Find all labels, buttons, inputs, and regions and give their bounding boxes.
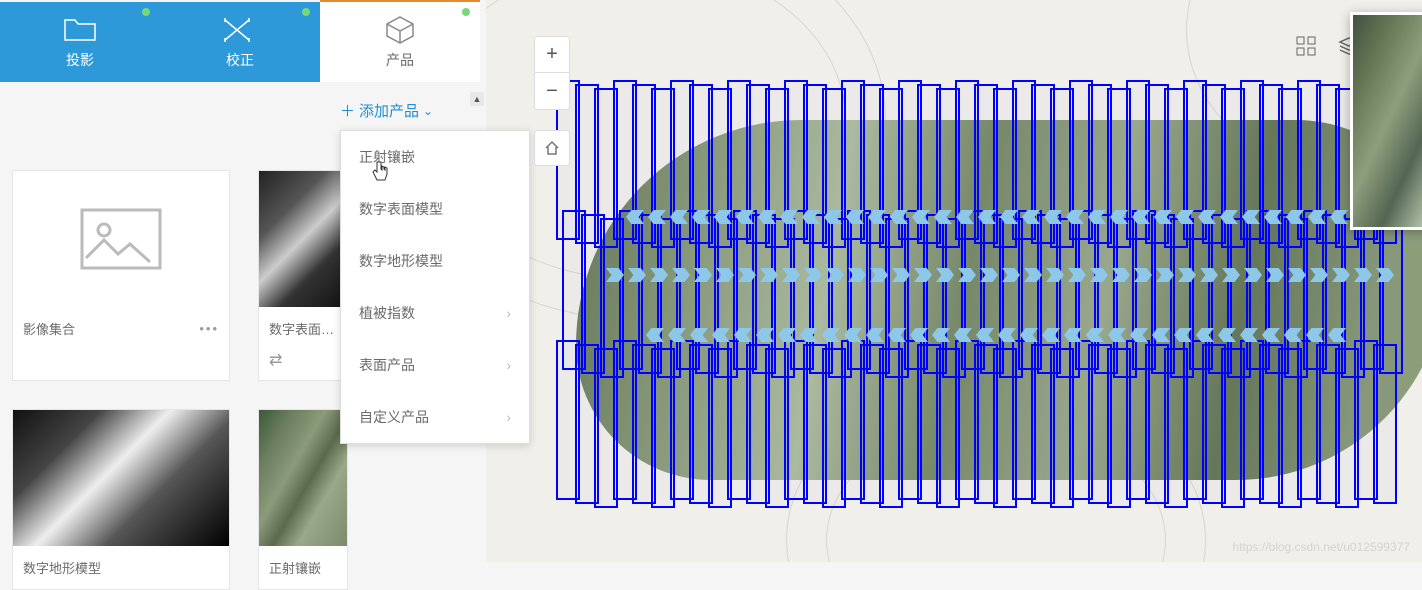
menu-dsm-label: 数字表面模型	[359, 199, 443, 219]
menu-dtm[interactable]: 数字地形模型	[341, 235, 529, 287]
add-product-dropdown: 正射镶嵌 数字表面模型 数字地形模型 植被指数› 表面产品› 自定义产品›	[340, 130, 530, 444]
folder-icon	[63, 14, 97, 44]
chevron-right-icon: ›	[506, 357, 511, 373]
chevron-right-icon: ›	[506, 409, 511, 425]
image-preview-overlay[interactable]	[1350, 12, 1422, 230]
tab-product[interactable]: 产品	[320, 2, 480, 82]
map-canvas[interactable]	[486, 0, 1422, 562]
card-ortho[interactable]: 正射镶嵌	[258, 409, 348, 590]
flight-path-row	[626, 210, 1370, 224]
card-image-collection[interactable]: 影像集合 •••	[12, 170, 230, 381]
collapse-panel-button[interactable]: ▲	[470, 92, 484, 106]
slider-icon[interactable]: ⇄	[269, 350, 337, 370]
basemap-gallery-icon[interactable]	[1296, 36, 1316, 61]
menu-dsm[interactable]: 数字表面模型	[341, 183, 529, 235]
card-dsm-label: 数字表面…	[269, 319, 334, 338]
zoom-in-button[interactable]: +	[535, 37, 569, 73]
tab-projection-label: 投影	[66, 50, 94, 70]
dtm-thumb	[13, 410, 229, 546]
menu-surface-label: 表面产品	[359, 355, 415, 375]
cursor-icon	[370, 160, 390, 189]
menu-veg-label: 植被指数	[359, 303, 415, 323]
status-dot	[462, 8, 470, 16]
flight-path-row	[606, 268, 1394, 282]
placeholder-thumb	[13, 171, 229, 307]
watermark: https://blog.csdn.net/u012599377	[1233, 540, 1410, 554]
dsm-thumb	[259, 171, 347, 307]
image-footprints	[556, 80, 1422, 500]
image-icon	[76, 204, 166, 274]
more-icon[interactable]: •••	[199, 321, 219, 336]
drone-icon	[221, 14, 259, 44]
add-product-button[interactable]: ＋ 添加产品 ⌄	[340, 100, 433, 121]
flight-path-row	[646, 328, 1346, 342]
add-product-label: 添加产品	[359, 100, 419, 121]
menu-veg[interactable]: 植被指数 ›	[341, 287, 529, 339]
home-extent-button[interactable]	[534, 130, 570, 166]
ortho-thumb	[259, 410, 347, 546]
tab-correction-label: 校正	[226, 50, 254, 70]
tab-projection[interactable]: 投影	[0, 2, 160, 82]
chevron-down-icon: ⌄	[423, 104, 433, 118]
menu-custom[interactable]: 自定义产品 ›	[341, 391, 529, 443]
card-dtm[interactable]: 数字地形模型	[12, 409, 230, 590]
status-dot	[142, 8, 150, 16]
menu-custom-label: 自定义产品	[359, 407, 429, 427]
card-ortho-label: 正射镶嵌	[269, 558, 321, 577]
card-dtm-label: 数字地形模型	[23, 558, 101, 577]
home-icon	[543, 139, 561, 157]
zoom-control: + −	[534, 36, 570, 110]
card-collection-label: 影像集合	[23, 319, 75, 338]
plus-icon: ＋	[340, 100, 355, 121]
cube-icon	[383, 14, 417, 44]
chevron-right-icon: ›	[506, 305, 511, 321]
status-dot	[302, 8, 310, 16]
tab-product-label: 产品	[386, 50, 414, 70]
tab-correction[interactable]: 校正	[160, 2, 320, 82]
zoom-out-button[interactable]: −	[535, 73, 569, 109]
card-dsm[interactable]: 数字表面… ⇄	[258, 170, 348, 381]
menu-surface[interactable]: 表面产品 ›	[341, 339, 529, 391]
menu-dtm-label: 数字地形模型	[359, 251, 443, 271]
